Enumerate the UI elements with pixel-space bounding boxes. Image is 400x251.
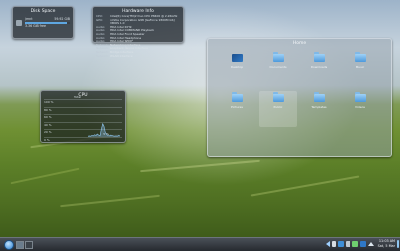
disk-free-line: 3.36 GiB free — [25, 24, 70, 28]
disk-drive-name: /mnt — [25, 17, 33, 21]
folder-icon — [313, 92, 325, 102]
disk-space-title: Disk Space — [30, 9, 56, 14]
disk-drive-row[interactable]: /mnt 59.92 GiB 3.36 GiB free — [16, 17, 70, 28]
folder-item-label: Videos — [355, 105, 365, 109]
hardware-info-title: Hardware Info — [122, 9, 154, 14]
hardware-info-widget[interactable]: Hardware Info CPU: Intel(R) Core(TM)2 Duo… — [92, 6, 184, 57]
application-launcher-icon[interactable] — [4, 240, 14, 250]
folder-item-downloads[interactable]: Downloads — [300, 51, 338, 87]
battery-icon[interactable] — [352, 241, 358, 247]
folder-view-widget[interactable]: Home Desktop Documents Downloads Music Pictu… — [207, 38, 392, 157]
folder-icon — [354, 52, 366, 62]
folder-item-documents[interactable]: Documents — [259, 51, 297, 87]
folder-item-label: Downloads — [310, 65, 328, 69]
cpu-monitor-title: CPU — [78, 93, 88, 98]
hardware-info-list: CPU: Intel(R) Core(TM)2 Duo CPU P8400 @ 2… — [96, 15, 180, 58]
folder-icon — [272, 52, 284, 62]
folder-view-icons: Desktop Documents Downloads Music Pictures Pu… — [218, 51, 386, 131]
folder-icon — [272, 92, 284, 102]
tray-back-arrow-icon[interactable] — [326, 241, 330, 247]
system-tray — [326, 241, 374, 247]
cpu-load-plot — [87, 122, 121, 137]
pager-desktop-2[interactable] — [25, 241, 33, 249]
tray-expand-icon[interactable] — [368, 242, 374, 246]
folder-item-label: Documents — [269, 65, 287, 69]
wallpaper-grass-highlight — [60, 194, 160, 208]
folder-item-music[interactable]: Music — [341, 51, 379, 87]
folder-view-title: Home — [292, 41, 307, 46]
cpu-load-graph: Total 5 % 100 % 80 % 60 % 40 % 20 % 0 % — [44, 95, 122, 142]
hardware-info-key: Network: — [96, 54, 110, 58]
disk-drive-line: /mnt 59.92 GiB — [25, 17, 70, 21]
kde-update-icon[interactable] — [360, 241, 366, 247]
folder-item-label: Desktop — [230, 65, 244, 69]
cpu-load-area — [88, 123, 120, 137]
folder-icon — [313, 52, 325, 62]
volume-icon[interactable] — [346, 241, 350, 247]
folder-item-templates[interactable]: Templates — [300, 91, 338, 127]
clock-time: 11:03 AM — [378, 239, 395, 243]
cpu-tick-label: 0 % — [44, 137, 50, 142]
cpu-gridline — [44, 137, 122, 138]
taskbar-panel: 11:03 AM Sat, 5 Mar — [0, 237, 400, 251]
wallpaper-grass-highlight — [250, 175, 360, 197]
clock-date: Sat, 5 Mar — [377, 243, 395, 248]
folder-item-pictures[interactable]: Pictures — [218, 91, 256, 127]
folder-icon — [354, 92, 366, 102]
desktop-pager[interactable] — [16, 241, 34, 249]
folder-item-label: Music — [355, 65, 365, 69]
hardware-info-row: Network: WLAN Interface — [96, 55, 180, 59]
folder-item-desktop[interactable]: Desktop — [218, 51, 256, 87]
folder-item-label: Public — [273, 105, 283, 109]
wallpaper-grass-highlight — [10, 167, 80, 185]
hardware-info-value: WLAN Interface — [110, 54, 133, 58]
desktop-icon — [231, 54, 243, 62]
folder-item-public[interactable]: Public — [259, 91, 297, 127]
panel-toolbox-icon[interactable] — [397, 240, 399, 248]
usb-device-icon[interactable] — [332, 241, 336, 247]
disk-free-text: 3.36 GiB free — [25, 24, 46, 28]
pager-desktop-1[interactable] — [16, 241, 24, 249]
folder-item-videos[interactable]: Videos — [341, 91, 379, 127]
cpu-monitor-widget[interactable]: CPU Total 5 % 100 % 80 % 60 % 40 % 20 % 0 % — [40, 90, 126, 143]
digital-clock[interactable]: 11:03 AM Sat, 5 Mar — [378, 239, 395, 248]
wallpaper-grass-highlight — [140, 159, 260, 173]
folder-item-label: Pictures — [231, 105, 243, 109]
folder-icon — [231, 92, 243, 102]
disk-drive-size: 59.92 GiB — [54, 17, 70, 21]
disk-space-widget[interactable]: Disk Space /mnt 59.92 GiB 3.36 GiB free — [12, 6, 74, 39]
network-icon[interactable] — [338, 241, 344, 247]
hard-drive-icon — [16, 19, 22, 26]
disk-drive-info: /mnt 59.92 GiB 3.36 GiB free — [25, 17, 70, 28]
folder-item-label: Templates — [311, 105, 327, 109]
